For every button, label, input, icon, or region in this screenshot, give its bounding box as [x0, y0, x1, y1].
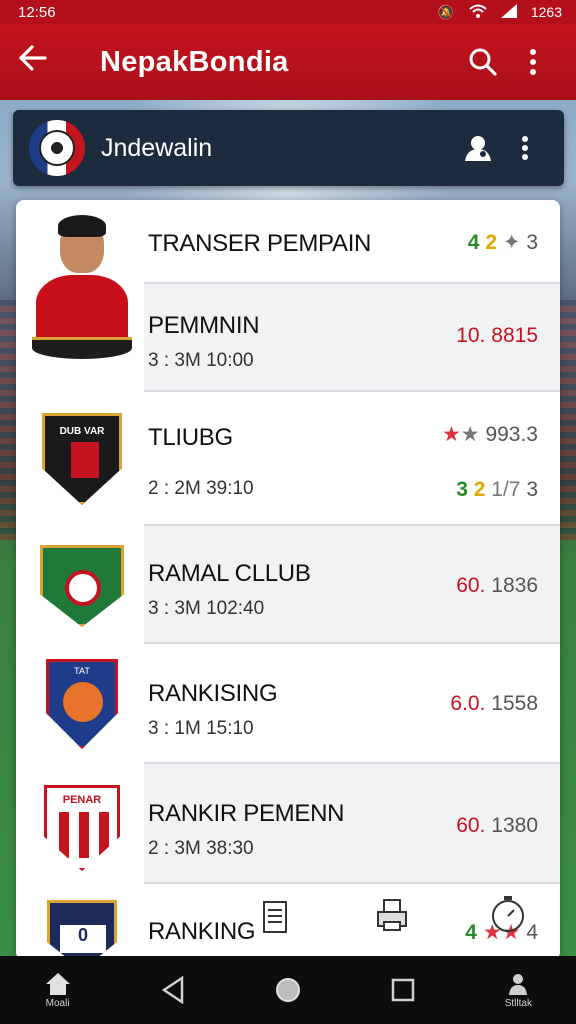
- more-vert-icon: [530, 49, 536, 75]
- list-item[interactable]: PEMMNIN 3 : 3M 10:00 10. 8815: [16, 284, 560, 392]
- list-item[interactable]: RAMAL CLLUB 3 : 3M 102:40 60. 1836: [16, 526, 560, 644]
- nav-recents[interactable]: [363, 977, 443, 1003]
- row-title: RANKISING: [148, 680, 278, 707]
- status-bar: 12:56 🔕 1263: [0, 0, 576, 24]
- soccer-ball-icon: [39, 130, 75, 166]
- nav-home-label: Moali: [45, 997, 70, 1009]
- nav-back[interactable]: [133, 976, 213, 1004]
- more-vert-icon: [522, 136, 528, 160]
- row-title: RANKIR PEMENN: [148, 800, 345, 827]
- row-subtitle: 2 : 2M 39:10: [148, 478, 254, 499]
- team-header[interactable]: Jndewalin: [13, 110, 564, 186]
- profile-button[interactable]: [456, 125, 502, 171]
- row-subtitle: 3 : 3M 10:00: [148, 350, 254, 371]
- app-bar: NepakBondia: [0, 24, 576, 100]
- row-title: TRANSER PEMPAIN: [148, 230, 372, 257]
- wifi-icon: [469, 4, 487, 21]
- row-subtitle: 3 : 3M 102:40: [148, 598, 265, 619]
- row-title: PEMMNIN: [148, 312, 260, 339]
- search-icon: [469, 48, 497, 76]
- row-value: 4 2 ✦ 3: [467, 231, 538, 254]
- mute-icon: 🔕: [437, 3, 455, 20]
- stopwatch-icon: [492, 896, 524, 932]
- row-subtitle: 2 : 3M 38:30: [148, 838, 254, 859]
- nav-profile-label: Stlltak: [504, 997, 532, 1009]
- list-item[interactable]: TAT RANKISING 3 : 1M 15:10 6.0. 1558: [16, 644, 560, 764]
- user-icon: [465, 136, 491, 161]
- back-button[interactable]: [18, 45, 68, 79]
- row-subtitle: 3 : 1M 15:10: [148, 718, 254, 739]
- person-icon: [509, 973, 528, 995]
- team-name: Jndewalin: [101, 133, 213, 162]
- row-value: 60. 1836: [456, 574, 538, 597]
- ranking-list: TRANSER PEMPAIN 4 2 ✦ 3 PEMMNIN 3 : 3M 1…: [16, 200, 560, 960]
- signal-icon: [500, 3, 517, 21]
- back-arrow-icon: [19, 45, 47, 71]
- nav-home[interactable]: Moali: [18, 972, 98, 1009]
- nav-profile[interactable]: Stlltak: [478, 972, 558, 1009]
- search-button[interactable]: [458, 37, 508, 87]
- recents-square-icon: [391, 978, 415, 1002]
- row-value: 10. 8815: [456, 324, 538, 347]
- row-title: RANKING: [148, 918, 256, 945]
- home-circle-icon: [275, 978, 300, 1002]
- club-crest-icon: PENAR: [30, 776, 134, 880]
- team-more-button[interactable]: [502, 125, 548, 171]
- back-triangle-icon: [161, 976, 184, 1004]
- row-title: TLIUBG: [148, 424, 233, 451]
- app-title: NepakBondia: [100, 45, 289, 78]
- document-button[interactable]: [262, 898, 290, 934]
- club-crest-icon: [30, 534, 134, 638]
- row-rating: ★★ 993.3: [441, 423, 538, 446]
- list-item[interactable]: PENAR RANKIR PEMENN 2 : 3M 38:30 60. 138…: [16, 764, 560, 884]
- navigation-bar: Moali Stlltak: [0, 956, 576, 1024]
- row-value: 6.0. 1558: [450, 692, 538, 715]
- club-crest-icon: 0: [30, 900, 134, 960]
- print-icon: [377, 899, 407, 931]
- team-logo: [29, 120, 85, 176]
- timer-button[interactable]: [490, 894, 526, 934]
- more-options-button[interactable]: [508, 37, 558, 87]
- status-time: 12:56: [18, 3, 56, 21]
- row-value: 3 2 1/7 3: [456, 478, 538, 501]
- print-button[interactable]: [376, 898, 408, 932]
- list-item[interactable]: DUB VAR TLIUBG 2 : 2M 39:10 ★★ 993.3 3 2…: [16, 392, 560, 526]
- home-icon: [45, 972, 70, 995]
- battery-text: 1263: [530, 4, 562, 20]
- row-title: RAMAL CLLUB: [148, 560, 311, 587]
- nav-home-circle[interactable]: [248, 976, 328, 1004]
- club-crest-icon: TAT: [30, 652, 134, 756]
- row-value: 60. 1380: [456, 814, 538, 837]
- club-crest-icon: DUB VAR: [30, 407, 134, 511]
- document-icon: [263, 901, 287, 933]
